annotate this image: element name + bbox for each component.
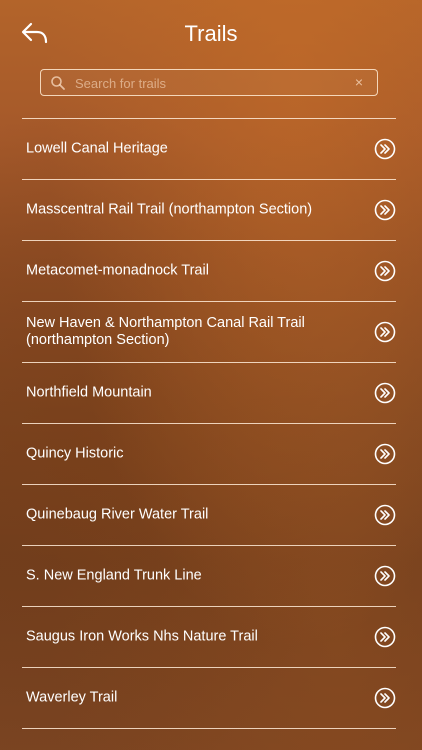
search-input[interactable] bbox=[73, 72, 347, 95]
trails-screen: Trails × Lowell Canal Heritage Masscentr… bbox=[0, 0, 422, 750]
double-chevron-right-icon bbox=[374, 138, 396, 160]
list-item[interactable]: Northfield Mountain bbox=[22, 363, 396, 424]
page-title: Trails bbox=[184, 21, 238, 46]
list-item[interactable]: New Haven & Northampton Canal Rail Trail… bbox=[22, 302, 396, 363]
double-chevron-right-icon bbox=[374, 321, 396, 343]
double-chevron-right-icon bbox=[374, 504, 396, 526]
trail-name: Lowell Canal Heritage bbox=[26, 140, 168, 157]
trail-name: Quincy Historic bbox=[26, 445, 124, 462]
list-item[interactable]: Masscentral Rail Trail (northampton Sect… bbox=[22, 180, 396, 241]
close-icon[interactable]: × bbox=[350, 73, 368, 91]
trail-name: Quinebaug River Water Trail bbox=[26, 506, 209, 523]
double-chevron-right-icon bbox=[374, 382, 396, 404]
trail-list: Lowell Canal Heritage Masscentral Rail T… bbox=[22, 118, 396, 729]
list-item[interactable]: Saugus Iron Works Nhs Nature Trail bbox=[22, 607, 396, 668]
list-item[interactable]: Lowell Canal Heritage bbox=[22, 119, 396, 180]
trail-name: Saugus Iron Works Nhs Nature Trail bbox=[26, 628, 258, 645]
list-item[interactable]: S. New England Trunk Line bbox=[22, 546, 396, 607]
header-bar: Trails bbox=[0, 0, 422, 66]
trail-name: Northfield Mountain bbox=[26, 384, 152, 401]
trail-name: Masscentral Rail Trail (northampton Sect… bbox=[26, 201, 313, 218]
list-item[interactable]: Metacomet-monadnock Trail bbox=[22, 241, 396, 302]
trail-name: New Haven & Northampton Canal Rail Trail… bbox=[26, 315, 305, 348]
list-item[interactable]: Quincy Historic bbox=[22, 424, 396, 485]
list-item[interactable]: Quinebaug River Water Trail bbox=[22, 485, 396, 546]
double-chevron-right-icon bbox=[374, 687, 396, 709]
list-item[interactable]: Waverley Trail bbox=[22, 668, 396, 729]
trail-name: Waverley Trail bbox=[26, 689, 118, 706]
double-chevron-right-icon bbox=[374, 260, 396, 282]
trail-name: Metacomet-monadnock Trail bbox=[26, 262, 209, 279]
double-chevron-right-icon bbox=[374, 199, 396, 221]
double-chevron-right-icon bbox=[374, 626, 396, 648]
trail-name: S. New England Trunk Line bbox=[26, 567, 202, 584]
search-bar: × bbox=[40, 69, 378, 96]
search-icon bbox=[51, 76, 65, 90]
double-chevron-right-icon bbox=[374, 565, 396, 587]
double-chevron-right-icon bbox=[374, 443, 396, 465]
